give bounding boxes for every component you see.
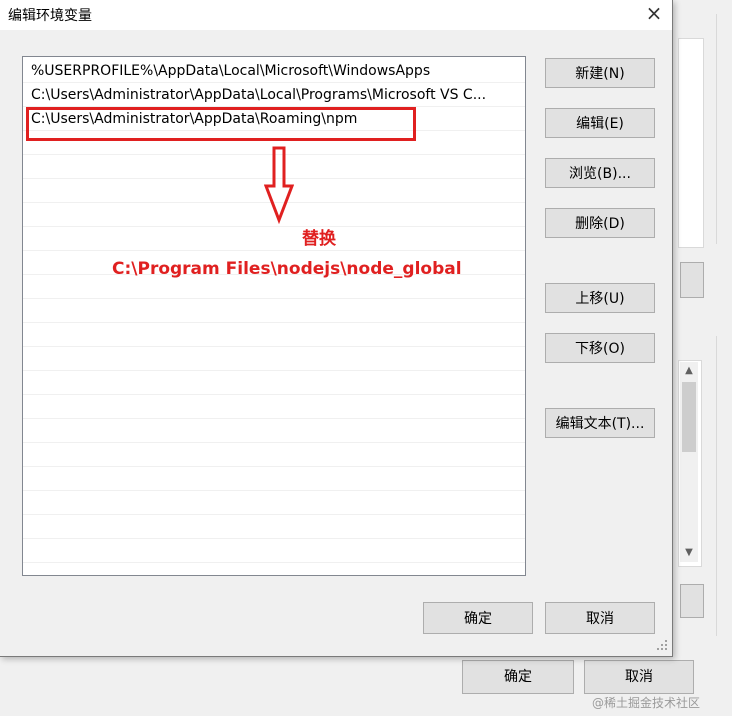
empty-row (23, 227, 525, 251)
edit-environment-variable-dialog: 编辑环境变量 × %USERPROFILE%\AppData\Local\Mic… (0, 0, 673, 657)
title-bar[interactable]: 编辑环境变量 × (0, 0, 672, 30)
close-icon[interactable]: × (638, 0, 670, 28)
empty-row (23, 515, 525, 539)
empty-row (23, 539, 525, 563)
parent-cancel-button[interactable]: 取消 (584, 660, 694, 694)
move-up-button[interactable]: 上移(U) (545, 283, 655, 313)
highlight-box (26, 107, 416, 141)
resize-grip-icon[interactable] (655, 638, 669, 652)
cancel-button[interactable]: 取消 (545, 602, 655, 634)
edit-text-button[interactable]: 编辑文本(T)... (545, 408, 655, 438)
scroll-down-icon[interactable]: ▼ (680, 544, 698, 562)
list-item[interactable]: %USERPROFILE%\AppData\Local\Microsoft\Wi… (23, 59, 525, 83)
scroll-up-icon[interactable]: ▲ (680, 362, 698, 380)
edit-button[interactable]: 编辑(E) (545, 108, 655, 138)
new-button[interactable]: 新建(N) (545, 58, 655, 88)
parent-user-variables-button[interactable] (680, 262, 704, 298)
list-item[interactable]: C:\Users\Administrator\AppData\Local\Pro… (23, 83, 525, 107)
replace-annotation: 替换 (302, 229, 336, 249)
replacement-path-annotation: C:\Program Files\nodejs\node_global (112, 259, 462, 279)
parent-system-variables-button[interactable] (680, 584, 704, 618)
empty-row (23, 491, 525, 515)
empty-row (23, 323, 525, 347)
parent-panel-edge (716, 14, 717, 244)
empty-row (23, 347, 525, 371)
empty-row (23, 467, 525, 491)
empty-row (23, 299, 525, 323)
parent-system-variables-scrollbar[interactable]: ▲ ▼ (680, 362, 698, 562)
down-arrow-icon (264, 146, 294, 224)
parent-ok-button[interactable]: 确定 (462, 660, 574, 694)
parent-user-variables-list[interactable] (678, 38, 704, 248)
dialog-title: 编辑环境变量 (8, 8, 92, 24)
empty-row (23, 395, 525, 419)
empty-row (23, 371, 525, 395)
browse-button[interactable]: 浏览(B)... (545, 158, 655, 188)
empty-row (23, 443, 525, 467)
delete-button[interactable]: 删除(D) (545, 208, 655, 238)
ok-button[interactable]: 确定 (423, 602, 533, 634)
empty-row (23, 419, 525, 443)
move-down-button[interactable]: 下移(O) (545, 333, 655, 363)
parent-panel-edge-lower (716, 336, 717, 636)
watermark: @稀土掘金技术社区 (592, 696, 701, 710)
scrollbar-thumb[interactable] (682, 382, 696, 452)
